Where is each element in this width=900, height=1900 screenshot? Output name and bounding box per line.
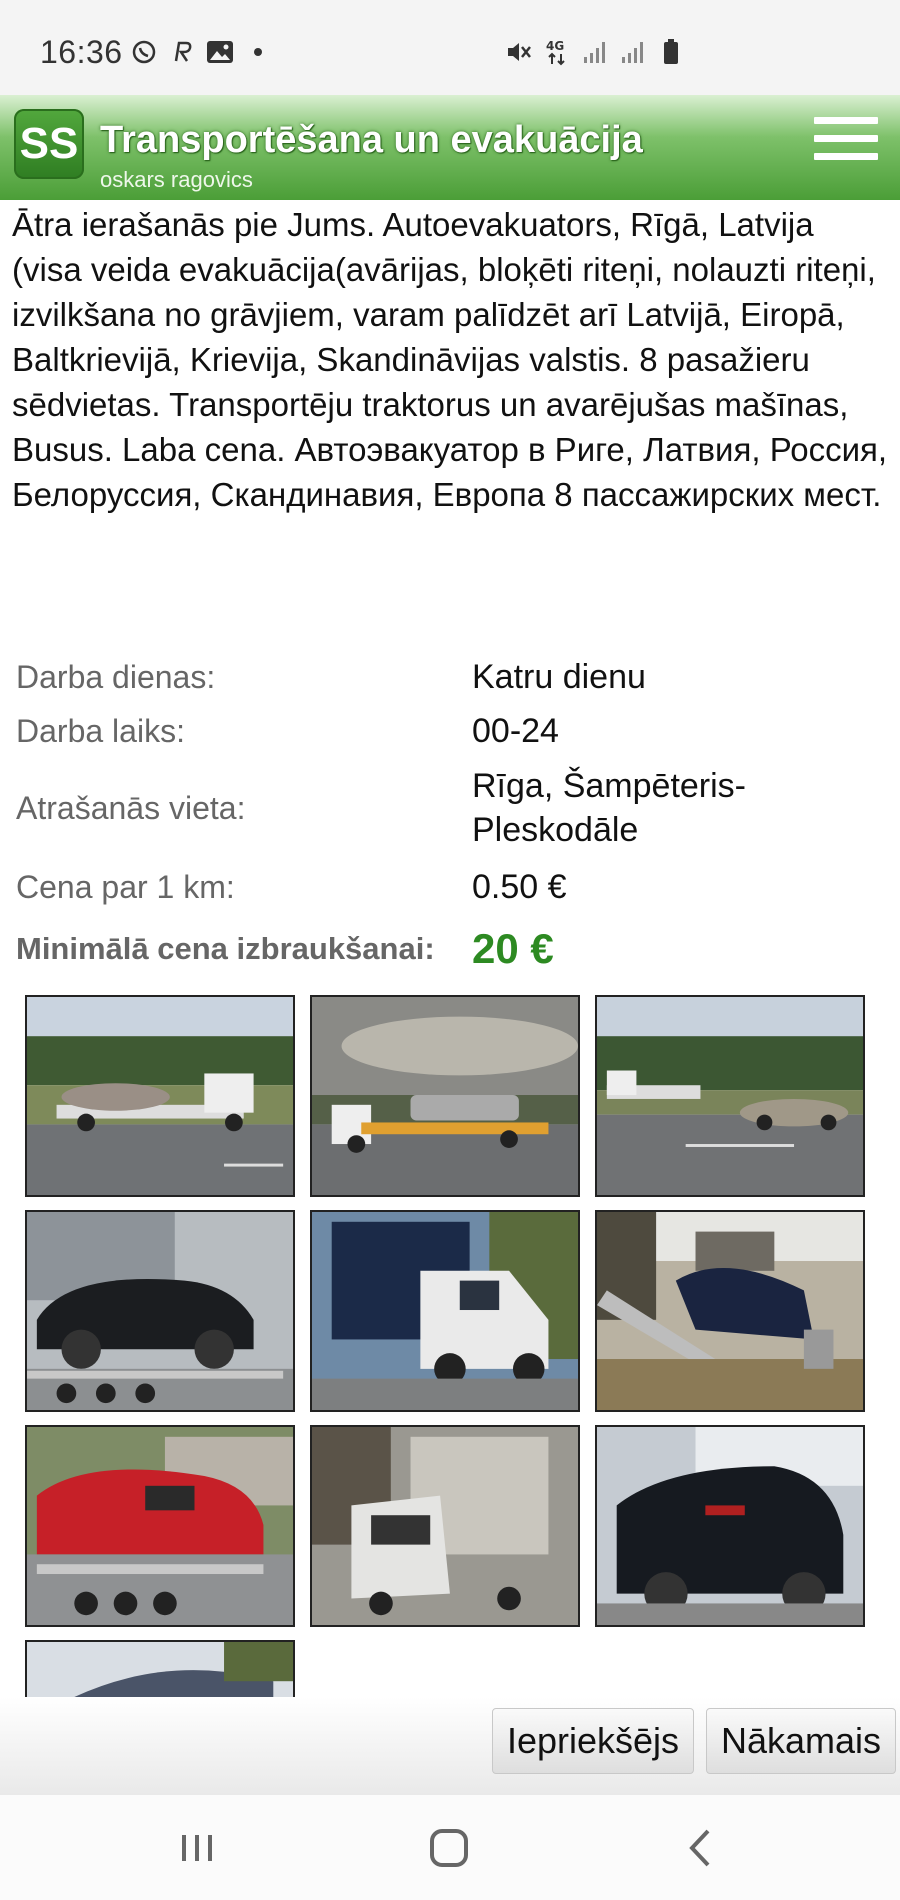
status-bar: 16:36 4G [0, 0, 900, 95]
work-days-label: Darba dienas: [16, 658, 216, 695]
previous-button[interactable]: Iepriekšējs [492, 1708, 694, 1774]
gallery-photo[interactable] [310, 1425, 580, 1627]
price-km-value: 0.50 € [472, 868, 567, 906]
gallery-icon [206, 38, 234, 66]
gallery-photo[interactable] [25, 995, 295, 1197]
info-table: Darba dienas: Katru dienu Darba laiks: 0… [16, 650, 886, 982]
work-days-value: Katru dienu [472, 658, 646, 696]
4g-icon: 4G [543, 38, 571, 66]
photo-gallery [25, 995, 865, 1697]
page-subtitle: oskars ragovics [100, 167, 253, 192]
gallery-photo[interactable] [595, 1210, 865, 1412]
signal-icon [581, 38, 609, 66]
back-icon[interactable] [676, 1825, 726, 1871]
signal-icon [619, 38, 647, 66]
gallery-photo[interactable] [595, 995, 865, 1197]
next-button[interactable]: Nākamais [706, 1708, 896, 1774]
app-header: SS Transportēšana un evakuācija oskars r… [0, 95, 900, 200]
mute-icon [505, 38, 533, 66]
gallery-photo[interactable] [25, 1210, 295, 1412]
info-row-work-hours: Darba laiks: 00-24 [16, 704, 886, 758]
svg-text:4G: 4G [546, 39, 564, 53]
battery-icon [657, 38, 685, 66]
info-row-work-days: Darba dienas: Katru dienu [16, 650, 886, 704]
work-hours-label: Darba laiks: [16, 712, 185, 749]
info-row-min-price: Minimālā cena izbraukšanai: 20 € [16, 916, 886, 982]
status-right-icons: 4G [505, 38, 685, 66]
whatsapp-icon [130, 38, 158, 66]
home-icon[interactable] [424, 1825, 474, 1871]
hamburger-menu-icon[interactable] [814, 117, 878, 173]
gallery-photo[interactable] [310, 995, 580, 1197]
pagination-bar: Iepriekšējs Nākamais [0, 1697, 900, 1795]
recent-apps-icon[interactable] [172, 1825, 222, 1871]
site-logo[interactable]: SS [14, 109, 84, 179]
gallery-photo[interactable] [25, 1640, 295, 1697]
gallery-photo[interactable] [25, 1425, 295, 1627]
dot-icon [244, 38, 272, 66]
min-price-value: 20 € [472, 925, 554, 972]
info-row-location: Atrašanās vieta: Rīga, Šampēteris-Plesko… [16, 758, 886, 858]
location-value: Rīga, Šampēteris-Pleskodāle [472, 767, 746, 849]
status-left-icons [130, 38, 272, 66]
gallery-photo[interactable] [595, 1425, 865, 1627]
work-hours-value: 00-24 [472, 712, 559, 750]
min-price-label: Minimālā cena izbraukšanai: [16, 931, 435, 966]
gallery-photo[interactable] [310, 1210, 580, 1412]
status-time: 16:36 [40, 34, 123, 70]
info-row-price-km: Cena par 1 km: 0.50 € [16, 858, 886, 916]
price-km-label: Cena par 1 km: [16, 868, 235, 905]
r-app-icon [168, 38, 196, 66]
location-label: Atrašanās vieta: [16, 789, 246, 826]
description-text: Ātra ierašanās pie Jums. Autoevakuators,… [12, 206, 888, 513]
system-nav-bar [0, 1795, 900, 1900]
page-title: Transportēšana un evakuācija [100, 119, 643, 161]
